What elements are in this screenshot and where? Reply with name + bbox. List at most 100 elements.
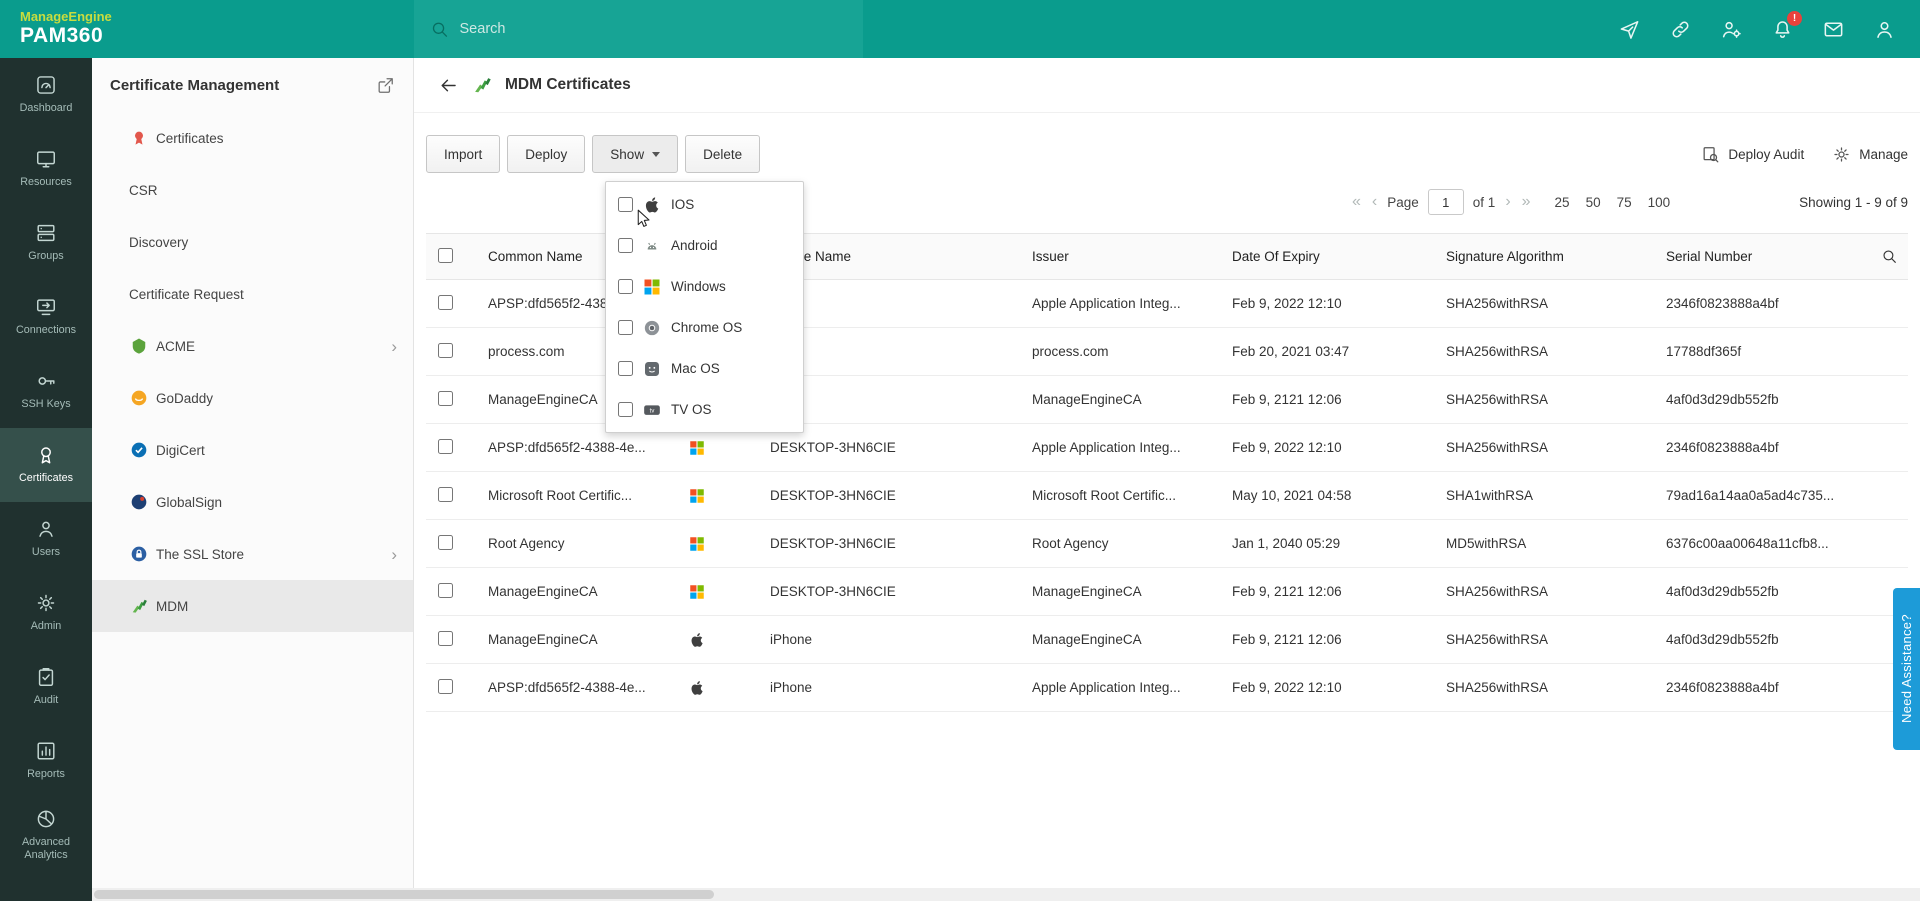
cell-serial-number: 4af0d3d29db552fb <box>1654 375 1908 424</box>
table-row[interactable]: Microsoft Root Certific... DESKTOP-3HN6C… <box>426 471 1908 520</box>
deploy-audit-button[interactable]: Deploy Audit <box>1701 145 1804 164</box>
show-button[interactable]: Show <box>592 135 679 173</box>
panel-item-globalsign[interactable]: GlobalSign <box>92 476 413 528</box>
sidebar-item-certificates[interactable]: Certificates <box>0 428 92 502</box>
page-title: MDM Certificates <box>505 76 631 93</box>
row-checkbox[interactable] <box>438 438 453 454</box>
cell-serial-number: 79ad16a14aa0a5ad4c735... <box>1654 471 1908 520</box>
deploy-button[interactable]: Deploy <box>507 135 586 173</box>
first-page-icon[interactable]: « <box>1351 193 1362 211</box>
android-icon <box>642 236 662 256</box>
row-checkbox[interactable] <box>438 582 453 598</box>
os-filter-checkbox[interactable] <box>618 320 633 335</box>
os-filter-checkbox[interactable] <box>618 238 633 253</box>
show-menu-item-chrome-os[interactable]: Chrome OS <box>606 307 803 348</box>
panel-item-discovery[interactable]: Discovery <box>92 216 413 268</box>
manage-button[interactable]: Manage <box>1832 145 1908 164</box>
sidebar-item-users[interactable]: Users <box>0 502 92 576</box>
deploy-audit-icon <box>1701 145 1720 164</box>
sidebar-item-groups[interactable]: Groups <box>0 206 92 280</box>
popout-icon[interactable] <box>376 76 395 95</box>
connections-icon <box>35 296 57 318</box>
sidebar-item-admin[interactable]: Admin <box>0 576 92 650</box>
page-size-100[interactable]: 100 <box>1648 195 1671 210</box>
sidebar-item-audit[interactable]: Audit <box>0 650 92 724</box>
row-checkbox[interactable] <box>438 390 453 406</box>
col-serial-number[interactable]: Serial Number <box>1666 249 1752 264</box>
sidebar-item-dashboard[interactable]: Dashboard <box>0 58 92 132</box>
panel-item-mdm[interactable]: MDM <box>92 580 413 632</box>
scrollbar-thumb[interactable] <box>94 890 714 899</box>
sslstore-icon <box>129 544 149 564</box>
sidebar-item-reports[interactable]: Reports <box>0 724 92 798</box>
last-page-icon[interactable]: » <box>1521 193 1532 211</box>
col-signature-algorithm[interactable]: Signature Algorithm <box>1434 233 1654 280</box>
panel-item-certificates[interactable]: Certificates <box>92 112 413 164</box>
quick-launch-icon[interactable] <box>1618 18 1641 41</box>
app-logo[interactable]: ManageEngine PAM360 <box>0 9 414 48</box>
prev-page-icon[interactable]: ‹ <box>1371 193 1378 211</box>
panel-item-digicert[interactable]: DigiCert <box>92 424 413 476</box>
resource-link-icon[interactable] <box>1669 18 1692 41</box>
sidebar-item-advanced-analytics[interactable]: Advanced Analytics <box>0 798 92 872</box>
primary-sidebar: Dashboard Resources Groups Connections SSH K… <box>0 58 92 901</box>
page-input[interactable] <box>1427 189 1464 215</box>
next-page-icon[interactable]: › <box>1504 193 1511 211</box>
user-admin-icon[interactable] <box>1720 18 1743 41</box>
main-header: MDM Certificates <box>414 58 1920 113</box>
col-issuer[interactable]: Issuer <box>1020 233 1220 280</box>
profile-icon[interactable] <box>1873 18 1896 41</box>
table-row[interactable]: APSP:dfd565f2-4388-4e... iPhone Apple Ap… <box>426 663 1908 712</box>
table-row[interactable]: Root Agency DESKTOP-3HN6CIE Root Agency … <box>426 519 1908 568</box>
page-size-75[interactable]: 75 <box>1617 195 1632 210</box>
panel-item-label: Certificate Request <box>129 286 244 302</box>
os-filter-checkbox[interactable] <box>618 402 633 417</box>
sidebar-item-resources[interactable]: Resources <box>0 132 92 206</box>
sidebar-item-ssh-keys[interactable]: SSH Keys <box>0 354 92 428</box>
row-checkbox[interactable] <box>438 342 453 358</box>
row-checkbox[interactable] <box>438 630 453 646</box>
acme-icon <box>129 336 149 356</box>
show-menu-item-mac-os[interactable]: Mac OS <box>606 348 803 389</box>
global-search-input[interactable] <box>459 21 847 37</box>
row-checkbox[interactable] <box>438 486 453 502</box>
os-filter-checkbox[interactable] <box>618 361 633 376</box>
tvos-icon: tv <box>642 400 662 420</box>
row-checkbox[interactable] <box>438 678 453 694</box>
show-menu-item-windows[interactable]: Windows <box>606 266 803 307</box>
digicert-icon <box>129 440 149 460</box>
panel-item-acme[interactable]: ACME › <box>92 320 413 372</box>
show-menu-item-tv-os[interactable]: tv TV OS <box>606 389 803 430</box>
select-all-checkbox[interactable] <box>438 247 453 263</box>
page-size-25[interactable]: 25 <box>1555 195 1570 210</box>
back-icon[interactable] <box>438 75 459 96</box>
row-checkbox[interactable] <box>438 534 453 550</box>
notifications-icon[interactable]: ! <box>1771 10 1802 41</box>
table-search-icon[interactable] <box>1881 248 1898 265</box>
horizontal-scrollbar[interactable] <box>92 888 1920 901</box>
panel-item-godaddy[interactable]: GoDaddy <box>92 372 413 424</box>
table-row[interactable]: ManageEngineCA iPhone ManageEngineCA Feb… <box>426 615 1908 664</box>
panel-item-csr[interactable]: CSR <box>92 164 413 216</box>
messages-icon[interactable] <box>1822 18 1845 41</box>
panel-item-list: Certificates CSR Discovery Certificate Requ… <box>92 112 413 632</box>
panel-item-label: GoDaddy <box>156 390 214 406</box>
need-assistance-tab[interactable]: Need Assistance? <box>1893 588 1920 750</box>
cell-signature-algorithm: SHA256withRSA <box>1434 615 1654 664</box>
panel-item-the-ssl-store[interactable]: The SSL Store › <box>92 528 413 580</box>
sidebar-item-connections[interactable]: Connections <box>0 280 92 354</box>
delete-button[interactable]: Delete <box>685 135 761 173</box>
topbar-icons: ! <box>1618 10 1920 41</box>
os-filter-checkbox[interactable] <box>618 279 633 294</box>
panel-item-certificate-request[interactable]: Certificate Request <box>92 268 413 320</box>
show-menu-item-ios[interactable]: IOS <box>606 184 803 225</box>
import-button[interactable]: Import <box>426 135 501 173</box>
cell-serial-number: 4af0d3d29db552fb <box>1654 567 1908 616</box>
page-size-50[interactable]: 50 <box>1586 195 1601 210</box>
os-filter-checkbox[interactable] <box>618 197 633 212</box>
windows-icon <box>688 535 706 553</box>
row-checkbox[interactable] <box>438 294 453 310</box>
table-row[interactable]: ManageEngineCA DESKTOP-3HN6CIE ManageEng… <box>426 567 1908 616</box>
show-menu-item-android[interactable]: Android <box>606 225 803 266</box>
col-date-of-expiry[interactable]: Date Of Expiry <box>1220 233 1434 280</box>
